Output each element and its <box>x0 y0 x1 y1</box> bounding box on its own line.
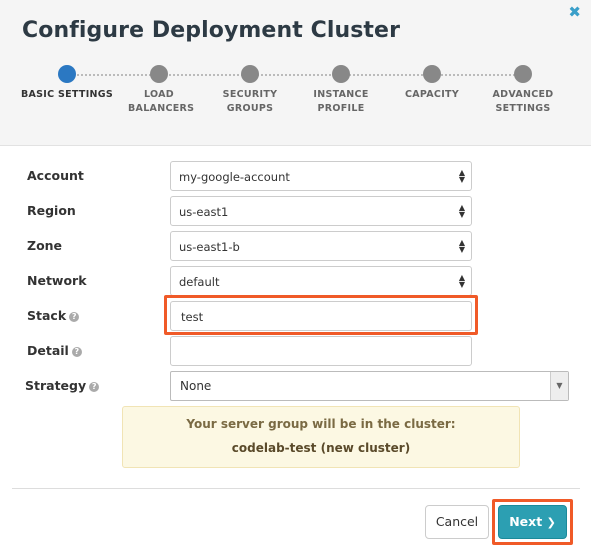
notice-cluster-name: codelab-test (new cluster) <box>231 441 411 455</box>
step-dot-icon <box>241 65 259 83</box>
strategy-label: Strategy? <box>25 378 100 393</box>
modal-dialog: ✖ Configure Deployment Cluster BASIC SET… <box>0 0 591 551</box>
account-label: Account <box>27 168 84 183</box>
account-value: my-google-account <box>179 170 290 184</box>
select-arrows-icon: ▲ ▼ <box>458 203 465 219</box>
close-icon[interactable]: ✖ <box>568 4 581 20</box>
next-label: Next <box>509 514 543 529</box>
detail-input[interactable] <box>170 336 472 366</box>
network-select[interactable]: default ▲ ▼ <box>170 266 472 296</box>
dropdown-caret-icon[interactable]: ▼ <box>550 372 568 400</box>
network-label: Network <box>27 273 87 288</box>
zone-select[interactable]: us-east1-b ▲ ▼ <box>170 231 472 261</box>
step-label: SECURITY GROUPS <box>222 89 278 114</box>
notice-line1: Your server group will be in the cluster… <box>186 417 456 431</box>
step-capacity[interactable]: CAPACITY <box>382 64 482 102</box>
strategy-row: Strategy? None ▼ <box>0 371 591 401</box>
step-dot-icon <box>150 65 168 83</box>
next-button[interactable]: Next ❯ <box>498 505 567 539</box>
step-security-groups[interactable]: SECURITY GROUPS <box>200 64 300 116</box>
step-label: CAPACITY <box>404 89 460 100</box>
step-label: LOAD BALANCERS <box>128 89 195 114</box>
step-dot-icon <box>332 65 350 83</box>
zone-row: Zone us-east1-b ▲ ▼ <box>0 231 591 261</box>
step-basic-settings[interactable]: BASIC SETTINGS <box>17 64 117 102</box>
detail-label: Detail? <box>27 343 82 358</box>
step-dot-icon <box>423 65 441 83</box>
step-load-balancers[interactable]: LOAD BALANCERS <box>109 64 209 116</box>
stack-label: Stack? <box>27 308 80 323</box>
stack-input[interactable]: test <box>170 301 472 331</box>
cluster-notice: Your server group will be in the cluster… <box>122 406 520 468</box>
select-arrows-icon: ▲ ▼ <box>458 238 465 254</box>
step-label: ADVANCED SETTINGS <box>492 89 554 114</box>
stack-row: Stack? test <box>0 295 591 335</box>
modal-header: ✖ Configure Deployment Cluster BASIC SET… <box>0 0 591 146</box>
account-row: Account my-google-account ▲ ▼ <box>0 161 591 191</box>
strategy-label-text: Strategy <box>25 378 87 393</box>
footer-divider <box>12 488 580 489</box>
step-label: INSTANCE PROFILE <box>313 89 369 114</box>
wizard-steps: BASIC SETTINGS LOAD BALANCERS SECURITY G… <box>0 64 591 134</box>
network-row: Network default ▲ ▼ <box>0 266 591 296</box>
help-icon[interactable]: ? <box>69 312 80 322</box>
step-dot-icon <box>58 65 76 83</box>
step-instance-profile[interactable]: INSTANCE PROFILE <box>291 64 391 116</box>
cancel-button[interactable]: Cancel <box>425 505 489 539</box>
help-icon[interactable]: ? <box>71 347 82 357</box>
strategy-value: None <box>180 379 212 393</box>
region-row: Region us-east1 ▲ ▼ <box>0 196 591 226</box>
step-advanced-settings[interactable]: ADVANCED SETTINGS <box>473 64 573 116</box>
select-arrows-icon: ▲ ▼ <box>458 273 465 289</box>
network-value: default <box>179 275 220 289</box>
select-arrows-icon: ▲ ▼ <box>458 168 465 184</box>
stack-label-text: Stack <box>27 308 67 323</box>
step-dot-icon <box>514 65 532 83</box>
detail-label-text: Detail <box>27 343 69 358</box>
region-value: us-east1 <box>179 205 229 219</box>
region-select[interactable]: us-east1 ▲ ▼ <box>170 196 472 226</box>
strategy-select[interactable]: None ▼ <box>170 371 569 401</box>
zone-label: Zone <box>27 238 63 253</box>
page-title: Configure Deployment Cluster <box>22 18 401 43</box>
help-icon[interactable]: ? <box>89 382 100 392</box>
step-label: BASIC SETTINGS <box>20 89 114 100</box>
chevron-right-icon: ❯ <box>546 516 556 529</box>
region-label: Region <box>27 203 76 218</box>
detail-row: Detail? <box>0 336 591 366</box>
account-select[interactable]: my-google-account ▲ ▼ <box>170 161 472 191</box>
zone-value: us-east1-b <box>179 240 240 254</box>
